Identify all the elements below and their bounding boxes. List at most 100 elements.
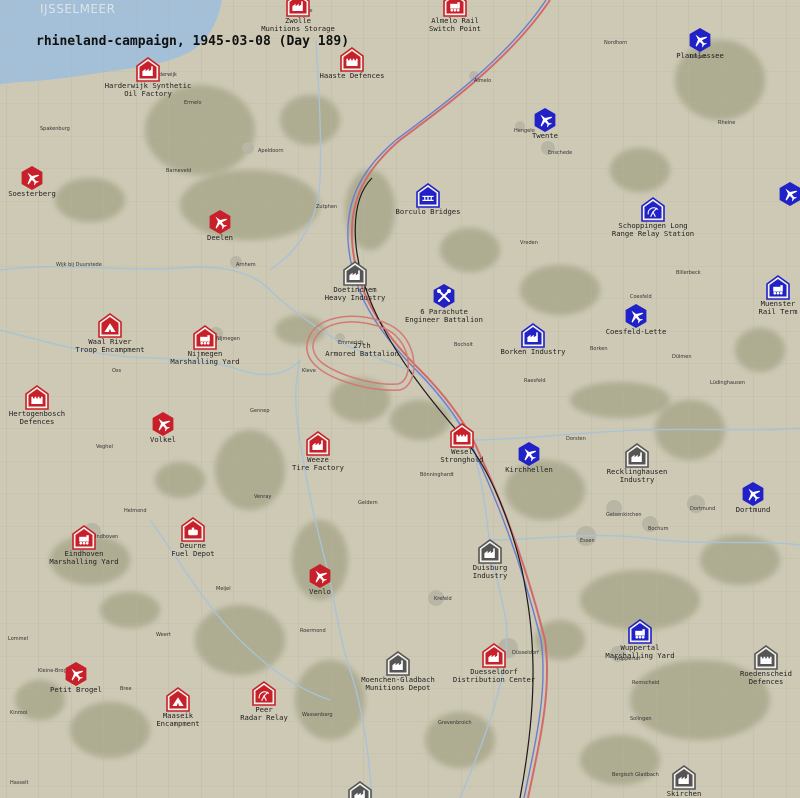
place-label: Weert	[156, 632, 171, 638]
unit-label: Borken Industry	[500, 347, 566, 356]
place-label: Coesfeld	[630, 294, 652, 300]
place-label: Krefeld	[434, 596, 452, 602]
fuel-icon	[181, 517, 205, 542]
place-label: Raesfeld	[524, 378, 546, 384]
unit-label: Moenchen-Gladbach Munitions Depot	[361, 675, 435, 692]
aircraft-icon	[625, 304, 647, 328]
place-label: Nijmegen	[216, 336, 240, 342]
bridge-icon	[416, 183, 440, 208]
place-label: Düsseldorf	[512, 650, 539, 656]
unit-label: Nijmegen Marshalling Yard	[170, 349, 240, 366]
place-label: Roermond	[300, 628, 326, 634]
place-label: Kinrooi	[10, 710, 28, 716]
place-label: Almelo	[474, 78, 492, 84]
unit-label: Harderwijk Synthetic Oil Factory	[104, 81, 192, 98]
place-label: Bönninghardt	[420, 472, 454, 478]
map-canvas[interactable]: IJSSELMEER HarderwijkZwolleAlmeloNordhor…	[0, 0, 800, 798]
place-label: Gelsenkirchen	[606, 512, 642, 518]
unit-label: Venlo	[309, 587, 331, 596]
factory-icon	[478, 539, 502, 564]
unit-label: Schoppingen Long Range Relay Station	[611, 221, 695, 238]
place-label: Remscheid	[632, 680, 660, 686]
aircraft-icon	[309, 564, 331, 588]
place-label: Lommel	[8, 636, 28, 642]
aircraft-icon	[534, 108, 556, 132]
unit-label: Twente	[532, 131, 558, 140]
factory-icon	[482, 643, 506, 668]
place-label: Bocholt	[454, 342, 473, 348]
place-label: Bree	[120, 686, 132, 692]
place-label: Hasselt	[10, 780, 29, 786]
factory-icon	[306, 431, 330, 456]
unit-label: Eindhoven Marshalling Yard	[49, 549, 119, 566]
unit-label: Waal River Troop Encampment	[75, 337, 145, 354]
fortification-icon	[450, 423, 474, 448]
place-label: Veghel	[96, 444, 113, 450]
unit-label: Hertogenbosch Defences	[8, 409, 66, 426]
place-label: Barneveld	[166, 168, 192, 174]
place-label: Rheine	[718, 120, 736, 126]
unit-label: Dortmund	[735, 505, 771, 514]
unit-label: Haaste Defences	[319, 71, 385, 80]
radar-icon	[641, 197, 665, 222]
place-label: Bergisch Gladbach	[612, 772, 659, 778]
unit-label: Duesseldorf Distribution Center	[452, 667, 536, 684]
tent-icon	[166, 687, 190, 712]
engineer-icon	[433, 284, 455, 308]
place-label: Essen	[580, 538, 595, 544]
unit-label: 6 Parachute Engineer Battalion	[405, 307, 483, 324]
place-label: Kleve	[302, 368, 316, 374]
unit-label: Duisburg Industry	[472, 563, 508, 580]
place-label: Enschede	[548, 150, 573, 156]
unit-label: Zwolle Munitions Storage	[261, 16, 335, 33]
unit-label: Peer Radar Relay	[240, 705, 288, 722]
radar-icon	[252, 681, 276, 706]
campaign-title: rhineland-campaign, 1945-03-08 (Day 189)	[36, 34, 350, 49]
factory-icon	[348, 781, 372, 798]
unit-label: Coesfeld-Lette	[605, 327, 667, 336]
aircraft-icon	[742, 482, 764, 506]
place-label: Helmond	[124, 508, 147, 514]
aircraft-icon	[518, 442, 540, 466]
unit-label: Volkel	[150, 435, 176, 444]
train-icon	[72, 525, 96, 550]
aircraft-icon	[209, 210, 231, 234]
place-label: Gennep	[250, 408, 270, 414]
factory-icon	[136, 57, 160, 82]
place-label: Dortmund	[690, 506, 716, 512]
fortification-icon	[340, 47, 364, 72]
train-icon	[628, 619, 652, 644]
place-label: Apeldoorn	[258, 148, 284, 154]
place-label: Dülmen	[672, 354, 692, 360]
unit-label: Deelen	[207, 233, 233, 242]
unit-label: Almelo Rail Switch Point	[429, 16, 481, 33]
fortification-icon	[754, 645, 778, 670]
tent-icon	[98, 313, 122, 338]
factory-icon	[625, 443, 649, 468]
unit-label: Doetinchem Heavy Industry	[324, 285, 386, 302]
unit-label: Weeze Tire Factory	[292, 455, 344, 472]
place-label: Dorsten	[566, 436, 586, 442]
place-label: Solingen	[630, 716, 652, 722]
unit-label: Maaseik Encampment	[156, 711, 200, 728]
train-icon	[193, 325, 217, 350]
aircraft-icon	[152, 412, 174, 436]
place-label: Ermelo	[184, 100, 202, 106]
place-label: Spakenburg	[40, 126, 70, 132]
factory-icon	[672, 765, 696, 790]
factory-icon	[521, 323, 545, 348]
unit-label: Kirchhellen	[505, 465, 553, 474]
place-label: Bochum	[648, 526, 669, 532]
place-label: Billerbeck	[676, 270, 701, 276]
place-label: Wassenberg	[302, 712, 333, 718]
unit-label: Soesterberg	[8, 189, 56, 198]
aircraft-icon	[65, 662, 87, 686]
place-label: Geldern	[358, 500, 378, 506]
unit-label: Roedenscheid Defences	[740, 669, 792, 686]
unit-label: Wesel Stronghold	[440, 447, 484, 464]
unit-label: Plantlessee	[676, 51, 724, 60]
train-icon	[766, 275, 790, 300]
place-label: Nordhorn	[604, 40, 628, 46]
place-label: Vreden	[520, 240, 538, 246]
place-label: Arnhem	[236, 262, 256, 268]
